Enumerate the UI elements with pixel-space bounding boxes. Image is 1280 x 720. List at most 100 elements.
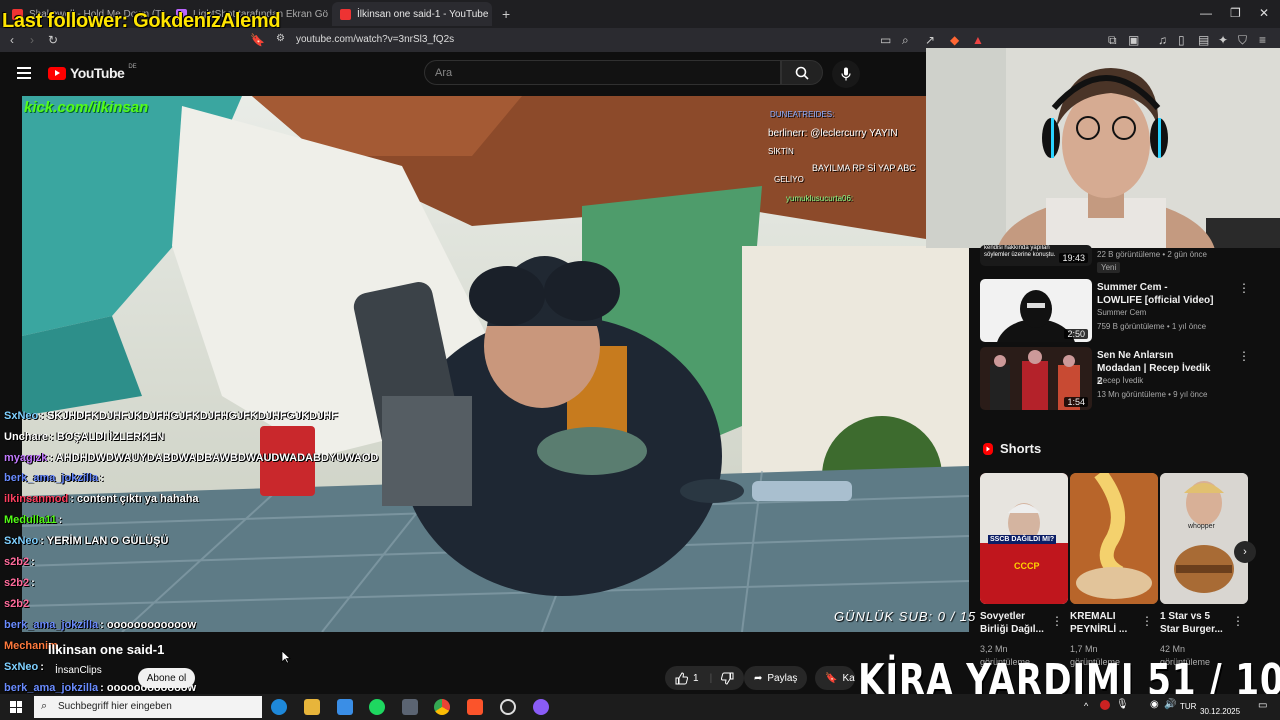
short-title[interactable]: 1 Star vs 5 Star Burger... xyxy=(1160,610,1232,636)
webcam-overlay xyxy=(926,48,1280,248)
save-button[interactable]: 🔖 Kaydet xyxy=(815,666,855,690)
recommendation-thumbnail[interactable]: 1:54 xyxy=(980,347,1092,410)
brave-shield-icon[interactable]: ◆ xyxy=(950,33,959,47)
recommendation-thumbnail[interactable]: kendisi hakkında yapılan söylemler üzeri… xyxy=(980,245,1092,266)
chat-username: SxNeo xyxy=(4,410,39,422)
recommendation-meta: 22 B görüntüleme • 2 gün önce xyxy=(1097,250,1207,259)
back-icon[interactable]: ‹ xyxy=(10,33,14,47)
calculator-icon[interactable] xyxy=(402,699,418,715)
store-icon[interactable] xyxy=(337,699,353,715)
reload-icon[interactable]: ↻ xyxy=(48,33,58,47)
short-image xyxy=(1160,473,1248,604)
subscribe-button[interactable]: Abone ol xyxy=(138,668,195,688)
share-page-icon[interactable]: ↗ xyxy=(925,33,935,47)
chat-message: : xyxy=(31,556,35,568)
minimize-icon[interactable]: — xyxy=(1200,6,1212,20)
obs-icon[interactable] xyxy=(500,699,516,715)
more-options-icon[interactable]: ⋮ xyxy=(1238,349,1250,363)
forward-icon[interactable]: › xyxy=(30,33,34,47)
tray-chevron-icon[interactable]: ^ xyxy=(1084,701,1088,711)
tab-youtube-active[interactable]: İlkinsan one said-1 - YouTube ✕ xyxy=(332,2,492,26)
channel-name[interactable]: İnsanClips xyxy=(55,665,102,676)
chat-username: berk_ama_jokzilla xyxy=(4,682,99,694)
url-field[interactable]: youtube.com/watch?v=3nrSl3_fQ2s xyxy=(296,34,454,45)
maximize-icon[interactable]: ❐ xyxy=(1230,6,1241,20)
search-button[interactable] xyxy=(781,60,823,85)
chat-username: berk_ama_jokzilla xyxy=(4,472,99,484)
spotify-icon[interactable] xyxy=(369,699,385,715)
shorts-next-button[interactable]: › xyxy=(1234,541,1256,563)
cast-icon[interactable]: ▭ xyxy=(880,33,891,47)
music-icon[interactable]: ♫ xyxy=(1158,33,1167,47)
share-label: Paylaş xyxy=(767,672,798,684)
more-options-icon[interactable]: ⋮ xyxy=(1232,614,1244,628)
site-info-icon[interactable]: ⚙ xyxy=(276,33,285,44)
search-input[interactable]: Ara xyxy=(424,60,781,85)
short-views-count: 42 Mn xyxy=(1160,644,1186,654)
share-button[interactable]: ➦ Paylaş xyxy=(744,666,808,690)
save-icon: 🔖 xyxy=(825,672,838,684)
channel-name[interactable]: Recep İvedik xyxy=(1097,376,1143,385)
mouse-cursor-icon xyxy=(281,650,291,664)
app-icon[interactable] xyxy=(533,699,549,715)
like-button[interactable]: 1 | xyxy=(665,666,745,690)
close-window-icon[interactable]: ✕ xyxy=(1259,6,1269,20)
hamburger-menu-icon[interactable] xyxy=(17,67,31,79)
chat-username: s2b2 xyxy=(4,577,30,589)
notification-icon[interactable]: ▭ xyxy=(1258,700,1267,711)
rewards-icon[interactable]: ▲ xyxy=(972,33,984,47)
recommendation-title[interactable]: Summer Cem - LOWLIFE [official Video] xyxy=(1097,281,1215,307)
wallet-icon[interactable]: ▤ xyxy=(1198,33,1209,47)
brave-icon[interactable] xyxy=(467,699,483,715)
zoom-icon[interactable]: ⌕ xyxy=(902,33,909,48)
short-thumbnail[interactable]: SSCB DAĞILDI MI? CCCP xyxy=(980,473,1068,604)
chat-username: s2b2 xyxy=(4,556,30,568)
vpn-icon[interactable]: ⛉ xyxy=(1238,33,1247,48)
taskbar-search-input[interactable]: Suchbegriff hier eingeben xyxy=(34,696,262,718)
stream-chat-line: GELİYO xyxy=(774,175,804,184)
short-title[interactable]: Sovyetler Birliği Dağıl... xyxy=(980,610,1052,636)
more-options-icon[interactable]: ⋮ xyxy=(1238,281,1250,295)
taskbar-date: 30.12.2025 xyxy=(1200,707,1241,716)
bookmark-icon[interactable]: 🔖 xyxy=(250,33,265,47)
screenshot-icon[interactable]: ▣ xyxy=(1128,33,1139,47)
stream-chat-line: DUNEATREIDES: xyxy=(770,110,835,119)
short-thumbnail[interactable] xyxy=(1070,473,1158,604)
more-options-icon[interactable]: ⋮ xyxy=(1051,614,1063,628)
short-thumb-text: CCCP xyxy=(1014,561,1040,571)
voice-search-button[interactable] xyxy=(832,60,860,88)
chat-message: : oooooooooooow xyxy=(100,619,197,631)
network-icon[interactable]: ◉ xyxy=(1150,699,1159,710)
extensions-icon[interactable]: ⧉ xyxy=(1108,33,1117,48)
stream-chat-line: SİKTİN xyxy=(768,147,794,156)
video-player[interactable] xyxy=(22,96,969,632)
thumbs-down-icon[interactable] xyxy=(721,672,734,685)
file-explorer-icon[interactable] xyxy=(304,699,320,715)
tray-app-icon[interactable] xyxy=(1100,700,1110,710)
kick-channel-overlay: kick.com/ilkinsan xyxy=(24,99,149,116)
chat-username: SxNeo xyxy=(4,535,39,547)
edge-icon[interactable] xyxy=(271,699,287,715)
channel-name[interactable]: Summer Cem xyxy=(1097,308,1146,317)
recommendation-meta: 13 Mn görüntüleme • 9 yıl önce xyxy=(1097,390,1208,399)
daily-sub-counter: GÜNLÜK SUB: 0 / 15 xyxy=(834,609,977,624)
chrome-icon[interactable] xyxy=(434,699,450,715)
short-title[interactable]: KREMALI PEYNİRLİ ... xyxy=(1070,610,1142,636)
windows-start-icon[interactable] xyxy=(10,701,22,713)
volume-icon[interactable]: 🔊 xyxy=(1164,699,1176,710)
chat-message: : YERİM LAN O GÜLÜŞÜ xyxy=(40,535,169,547)
recommendation-thumbnail[interactable]: 2:50 xyxy=(980,279,1092,342)
more-options-icon[interactable]: ⋮ xyxy=(1141,614,1153,628)
youtube-logo[interactable]: YouTube DE xyxy=(48,64,137,81)
chevron-right-icon: › xyxy=(1243,546,1247,558)
new-tab-button[interactable]: + xyxy=(494,2,518,26)
leo-ai-icon[interactable]: ✦ xyxy=(1218,33,1228,47)
region-code: DE xyxy=(128,64,137,70)
menu-icon[interactable]: ≡ xyxy=(1259,33,1266,47)
taskbar-clock[interactable]: 30.12.2025 xyxy=(1200,697,1240,717)
keyboard-language[interactable]: TUR xyxy=(1180,702,1196,711)
microphone-icon[interactable]: 🎙 xyxy=(1116,699,1129,710)
recommendation-meta: 759 B görüntüleme • 1 yıl önce xyxy=(1097,322,1207,331)
sidebar-icon[interactable]: ▯ xyxy=(1178,33,1185,47)
short-thumbnail[interactable]: whopper xyxy=(1160,473,1248,604)
